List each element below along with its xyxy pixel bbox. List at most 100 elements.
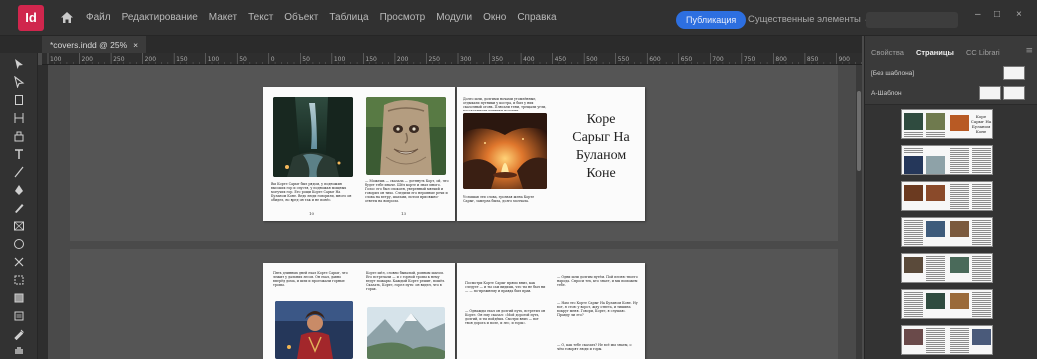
canvas-vertical-scrollbar[interactable] — [856, 65, 862, 359]
document-tab[interactable]: *covers.indd @ 25% × — [42, 36, 147, 53]
spread1-caption-1: Вы Корте Сарыг был рядом, у подножия выс… — [271, 182, 352, 203]
panel-menu-icon[interactable]: ≡ — [1025, 46, 1033, 56]
tools-panel — [0, 53, 38, 359]
ruler-tick-label: 100 — [50, 56, 62, 63]
forest-waterfall-illustration — [273, 97, 353, 177]
ellipse-tool-icon[interactable] — [12, 237, 26, 251]
ruler-tick-label: 500 — [586, 56, 598, 63]
ruler-tick-label: 100 — [334, 56, 346, 63]
ruler-tick-label: 800 — [775, 56, 787, 63]
indesign-window: Id Файл Редактирование Макет Текст Объект Таб… — [0, 0, 1037, 359]
spread2-right-page[interactable]: Посмотри Корте Сарыг прямо вниз, как сле… — [457, 263, 645, 359]
workspace-switcher[interactable]: Существенные элементы ⌄ — [748, 14, 871, 25]
menu-item-6[interactable]: Просмотр — [380, 12, 426, 23]
menu-item-1[interactable]: Редактирование — [122, 12, 198, 23]
ruler-tick-label: 350 — [492, 56, 504, 63]
tab-cc-libraries[interactable]: CC Librari — [960, 48, 1006, 57]
page-number-11: 13 — [401, 211, 407, 216]
hero-portrait-illustration — [275, 301, 353, 359]
tree-face-illustration — [366, 97, 446, 175]
page-thumb-spread-1[interactable]: Коре Сарыг На Буланом Коне — [901, 109, 993, 139]
content-collector-icon[interactable] — [12, 129, 26, 143]
gradient-tool-icon[interactable] — [12, 291, 26, 305]
page-thumb-spread-4[interactable] — [901, 217, 993, 247]
ruler-tick-label: 0 — [271, 56, 275, 63]
line-tool-icon[interactable] — [12, 165, 26, 179]
ruler-tick-label: 200 — [82, 56, 94, 63]
ruler-tick-label: 50 — [302, 56, 310, 63]
ruler-tick-label: 600 — [649, 56, 661, 63]
menu-item-2[interactable]: Макет — [209, 12, 237, 23]
document-canvas[interactable]: Вы Корте Сарыг был рядом, у подножия выс… — [48, 65, 862, 359]
page-tool-icon[interactable] — [12, 93, 26, 107]
spread2-left-page[interactable]: Пять длинных дней ехал Корте Сарыг, что … — [263, 263, 455, 359]
spread2-text-7: — О, как тебе сказать? Не всё мы знаем, … — [557, 343, 632, 352]
close-tab-icon[interactable]: × — [133, 40, 138, 50]
page-thumb-spread-5[interactable] — [901, 253, 993, 283]
master-a-label[interactable]: А-Шаблон — [871, 90, 902, 97]
spread2-text-4: — Однажды ехал он долгий путь, встретил … — [465, 309, 546, 326]
scissors-tool-icon[interactable] — [12, 255, 26, 269]
thumb-title: Коре Сарыг На Буланом Коне — [970, 114, 992, 134]
menu-item-8[interactable]: Окно — [483, 12, 506, 23]
menu-item-3[interactable]: Текст — [248, 12, 273, 23]
spread1-caption-3: Долго шли, долгими ночами утомлённые, от… — [463, 97, 547, 111]
page-thumb-spread-6[interactable] — [901, 289, 993, 319]
document-tab-label: *covers.indd @ 25% — [50, 39, 128, 50]
menu-item-0[interactable]: Файл — [86, 12, 111, 23]
ruler-tick-label: 150 — [365, 56, 377, 63]
spread1-right-page[interactable]: Долго шли, долгими ночами утомлённые, от… — [457, 87, 645, 221]
menu-item-5[interactable]: Таблица — [329, 12, 368, 23]
direct-selection-tool-icon[interactable] — [12, 75, 26, 89]
ruler-tick-label: 700 — [712, 56, 724, 63]
tab-pages[interactable]: Страницы — [910, 48, 960, 57]
hand-tool-icon[interactable] — [12, 343, 26, 357]
menu-item-9[interactable]: Справка — [517, 12, 556, 23]
rectangle-frame-tool-icon[interactable] — [12, 219, 26, 233]
master-a-thumb-left[interactable] — [979, 86, 1001, 100]
eyedropper-tool-icon[interactable] — [12, 327, 26, 341]
pen-tool-icon[interactable] — [12, 183, 26, 197]
page-thumb-spread-2[interactable] — [901, 145, 993, 175]
vertical-ruler — [38, 65, 48, 359]
master-none-label[interactable]: [Без шаблона] — [871, 70, 914, 77]
ruler-tick-label: 50 — [239, 56, 247, 63]
tab-properties[interactable]: Свойства — [865, 48, 910, 57]
note-tool-icon[interactable] — [12, 309, 26, 323]
document-tab-bar: *covers.indd @ 25% × — [0, 36, 862, 53]
search-input[interactable] — [866, 12, 958, 28]
minimize-button[interactable]: – — [975, 9, 981, 20]
ruler-tick-label: 400 — [523, 56, 535, 63]
pencil-tool-icon[interactable] — [12, 201, 26, 215]
master-a-thumb-right[interactable] — [1003, 86, 1025, 100]
close-window-button[interactable]: × — [1016, 9, 1022, 20]
home-icon[interactable] — [58, 9, 76, 27]
type-tool-icon[interactable] — [12, 147, 26, 161]
scrollbar-thumb[interactable] — [857, 91, 861, 171]
ruler-tick-label: 850 — [807, 56, 819, 63]
ruler-tick-label: 250 — [113, 56, 125, 63]
free-transform-tool-icon[interactable] — [12, 273, 26, 287]
spread1-left-page[interactable]: Вы Корте Сарыг был рядом, у подножия выс… — [263, 87, 455, 221]
page-thumbnails-area[interactable]: Коре Сарыг На Буланом Коне — [865, 104, 1037, 359]
page-thumb-spread-3[interactable] — [901, 181, 993, 211]
ruler-tick-label: 100 — [208, 56, 220, 63]
panel-tabs: Свойства Страницы CC Librari — [865, 44, 1037, 60]
publish-button[interactable]: Публикация — [676, 11, 747, 29]
gap-tool-icon[interactable] — [12, 111, 26, 125]
maximize-button[interactable]: □ — [994, 9, 1000, 20]
master-none-thumb[interactable] — [1003, 66, 1025, 80]
spread2-text-2: Корте шёл, словно бывалый, ровным шагом.… — [366, 271, 446, 292]
spread1-caption-2: — Можешь — сказала — дотянуть Корт, ой, … — [365, 179, 449, 204]
page-number-10: 10 — [309, 211, 315, 216]
menu-item-4[interactable]: Объект — [284, 12, 318, 23]
menu-item-7[interactable]: Модули — [436, 12, 472, 23]
ruler-tick-label: 150 — [176, 56, 188, 63]
ruler-tick-label: 750 — [744, 56, 756, 63]
selection-tool-icon[interactable] — [12, 57, 26, 71]
page-thumb-spread-7[interactable] — [901, 325, 993, 355]
ruler-tick-label: 550 — [618, 56, 630, 63]
menu-bar: Id Файл Редактирование Макет Текст Объект Таб… — [0, 0, 1037, 36]
app-logo: Id — [18, 4, 44, 31]
spread2-text-3: Посмотри Корте Сарыг прямо вниз, как сле… — [465, 281, 546, 294]
